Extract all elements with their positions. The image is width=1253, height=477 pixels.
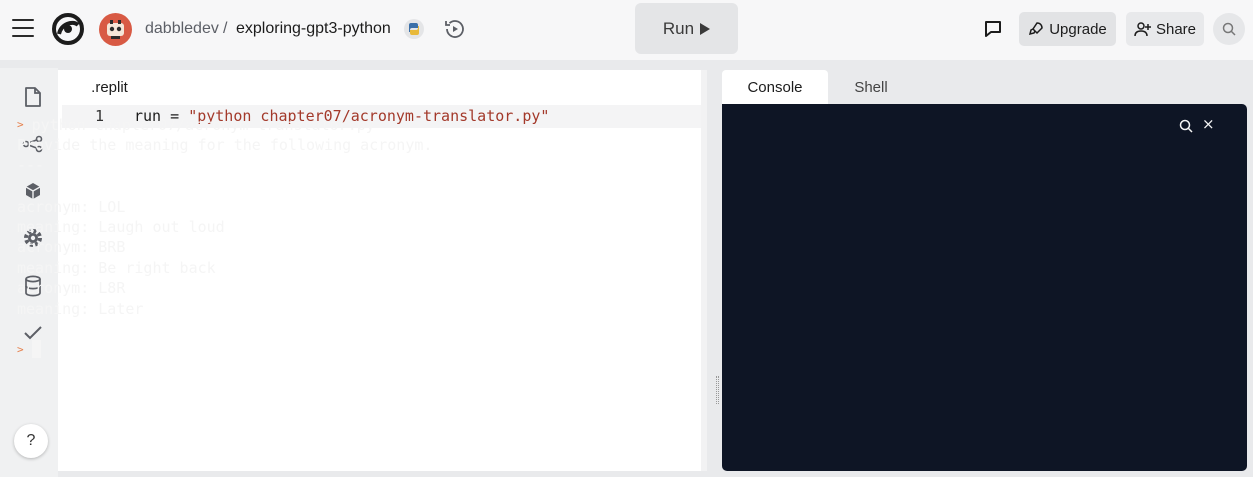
console-input-line[interactable]: > xyxy=(17,340,41,362)
history-icon[interactable] xyxy=(443,17,467,41)
pane-resize-handle[interactable] xyxy=(716,376,719,404)
help-label: ? xyxy=(26,432,36,449)
console-line: Provide the meaning for the following ac… xyxy=(17,136,433,154)
search-icon[interactable] xyxy=(1179,118,1193,133)
menu-icon[interactable] xyxy=(12,19,34,39)
rocket-icon xyxy=(1029,22,1043,36)
avatar[interactable] xyxy=(99,13,132,46)
console-line: acronym: BRB xyxy=(17,238,126,256)
play-icon xyxy=(700,22,711,35)
editor-scrollbar[interactable] xyxy=(701,70,707,471)
console-command-line: > python chapter07/acronym-translator.py xyxy=(17,115,375,137)
breadcrumb-owner[interactable]: dabbledev xyxy=(145,18,219,40)
console-line: meaning: Laugh out loud xyxy=(17,218,225,236)
console-command: python chapter07/acronym-translator.py xyxy=(31,116,375,134)
text-cursor xyxy=(31,340,41,358)
share-label: Share xyxy=(1155,20,1197,38)
tab-console-label: Console xyxy=(747,79,803,96)
breadcrumb-separator: / xyxy=(223,20,228,37)
run-label: Run xyxy=(662,18,695,38)
upgrade-label: Upgrade xyxy=(1049,20,1107,38)
files-icon[interactable] xyxy=(20,84,46,110)
replit-logo-icon[interactable] xyxy=(51,12,85,46)
python-language-icon xyxy=(403,18,425,40)
prompt-icon: > xyxy=(17,118,24,131)
console-output[interactable] xyxy=(722,104,1247,471)
help-button[interactable]: ? xyxy=(14,424,48,458)
tab-shell[interactable]: Shell xyxy=(832,70,910,105)
console-line: meaning: Later xyxy=(17,300,144,318)
run-button[interactable]: Run xyxy=(635,3,738,54)
search-icon xyxy=(1222,22,1236,36)
console-line: --- xyxy=(17,156,45,174)
upgrade-button[interactable]: Upgrade xyxy=(1019,12,1116,46)
breadcrumb-repl-name[interactable]: exploring-gpt3-python xyxy=(236,18,391,40)
console-line: acronym: LOL xyxy=(17,198,126,216)
add-user-icon xyxy=(1134,22,1151,37)
tab-console[interactable]: Console xyxy=(722,70,828,105)
search-button[interactable] xyxy=(1213,13,1245,45)
share-button[interactable]: Share xyxy=(1126,12,1204,46)
console-line: acronym: L8R xyxy=(17,279,126,297)
prompt-icon: > xyxy=(17,343,24,356)
tab-shell-label: Shell xyxy=(854,79,888,96)
chat-icon[interactable] xyxy=(983,19,1003,39)
tab-replit-file[interactable]: .replit xyxy=(68,70,151,105)
console-line: meaning: Be right back xyxy=(17,259,216,277)
tab-label: .replit xyxy=(91,79,128,96)
close-icon[interactable]: × xyxy=(1202,114,1216,134)
